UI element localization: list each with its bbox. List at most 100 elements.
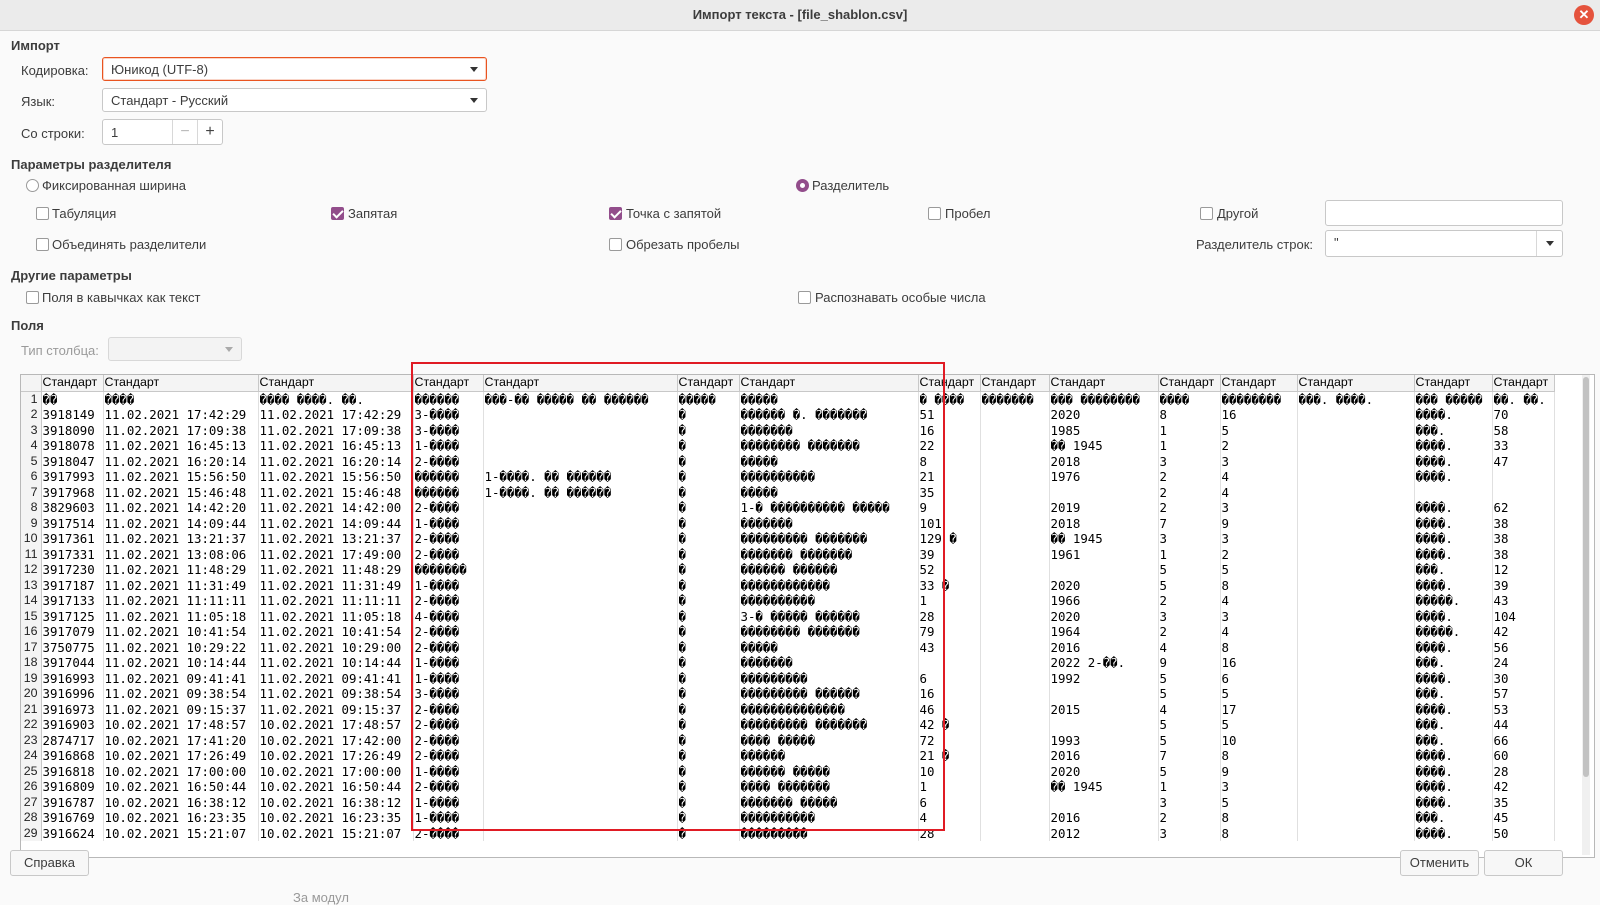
language-select[interactable]: Стандарт - Русский <box>102 88 487 112</box>
help-button[interactable]: Справка <box>10 850 89 876</box>
table-cell: ��������� ������� <box>739 717 919 733</box>
row-number: 25 <box>21 763 42 779</box>
merge-delimiters-checkbox[interactable] <box>36 238 49 251</box>
table-cell: 56 <box>1492 639 1555 655</box>
table-cell: 11.02.2021 15:56:50 <box>103 469 259 485</box>
table-cell <box>980 701 1050 717</box>
encoding-select[interactable]: Юникод (UTF-8) <box>102 57 487 81</box>
table-cell <box>980 546 1050 562</box>
table-cell: �������� ������� <box>739 438 919 454</box>
table-cell: 3 <box>1158 794 1221 810</box>
trim-spaces-checkbox[interactable] <box>609 238 622 251</box>
table-cell <box>1297 577 1415 593</box>
table-cell: 3916993 <box>41 670 104 686</box>
table-cell <box>483 407 678 423</box>
table-cell: 2-���� <box>413 825 484 841</box>
preview-grid[interactable]: Стандарт Стандарт Стандарт Стандарт Стандарт… <box>20 374 1595 858</box>
column-header[interactable]: Стандарт <box>483 375 678 392</box>
cancel-button[interactable]: Отменить <box>1400 850 1479 876</box>
table-cell: 4-���� <box>413 608 484 624</box>
close-icon[interactable]: ✕ <box>1574 5 1594 25</box>
column-header[interactable]: Стандарт <box>1414 375 1493 392</box>
other-options-heading: Другие параметры <box>11 268 132 283</box>
table-cell: 104 <box>1492 608 1555 624</box>
table-row: 2 3918149 11.02.2021 17:42:29 11.02.2021 17… <box>21 407 1555 423</box>
column-header[interactable]: Стандарт <box>739 375 919 392</box>
table-cell: 11.02.2021 09:15:37 <box>258 701 414 717</box>
table-cell <box>980 639 1050 655</box>
separated-radio[interactable] <box>796 179 809 192</box>
table-cell: � <box>677 701 740 717</box>
column-header[interactable]: Стандарт <box>258 375 414 392</box>
space-checkbox[interactable] <box>928 207 941 220</box>
table-cell: 5 <box>1220 686 1298 702</box>
table-cell: 3918078 <box>41 438 104 454</box>
tab-checkbox[interactable] <box>36 207 49 220</box>
table-cell: ���. <box>1414 732 1493 748</box>
table-cell: 17 <box>1220 701 1298 717</box>
column-header[interactable]: Стандарт <box>1158 375 1221 392</box>
column-header[interactable]: Стандарт <box>103 375 259 392</box>
minus-icon[interactable]: − <box>172 120 197 144</box>
other-separator-input[interactable] <box>1325 200 1563 226</box>
table-cell <box>483 825 678 841</box>
detect-special-numbers-checkbox[interactable] <box>798 291 811 304</box>
table-cell: 10.02.2021 17:00:00 <box>258 763 414 779</box>
merge-delimiters-label: Объединять разделители <box>52 237 207 252</box>
chevron-down-icon <box>225 347 233 352</box>
table-cell: 58 <box>1492 422 1555 438</box>
scrollbar-thumb[interactable] <box>1583 377 1589 777</box>
table-cell: 2-���� <box>413 531 484 547</box>
table-cell: 1 <box>1158 779 1221 795</box>
table-cell: ���� ������� <box>739 779 919 795</box>
table-cell: 38 <box>1492 531 1555 547</box>
column-header[interactable]: Стандарт <box>980 375 1050 392</box>
table-row: 10 3917361 11.02.2021 13:21:37 11.02.2021 1… <box>21 531 1555 547</box>
plus-icon[interactable]: + <box>197 120 222 144</box>
table-cell <box>980 484 1050 500</box>
table-cell: 10.02.2021 16:23:35 <box>258 810 414 826</box>
column-header[interactable]: Стандарт <box>918 375 981 392</box>
table-cell: 3917361 <box>41 531 104 547</box>
table-cell: ��������� <box>739 825 919 841</box>
column-header[interactable]: Стандарт <box>41 375 104 392</box>
column-header[interactable]: Стандарт <box>1492 375 1555 392</box>
table-cell <box>980 810 1050 826</box>
comma-checkbox[interactable] <box>331 207 344 220</box>
vertical-scrollbar[interactable] <box>1582 375 1590 855</box>
table-cell <box>1297 670 1415 686</box>
table-cell <box>1297 624 1415 640</box>
table-cell: ���������� <box>739 593 919 609</box>
table-cell: 10.02.2021 15:21:07 <box>103 825 259 841</box>
other-checkbox[interactable] <box>1200 207 1213 220</box>
column-header[interactable]: Стандарт <box>413 375 484 392</box>
table-cell: � <box>677 469 740 485</box>
table-cell: 3917993 <box>41 469 104 485</box>
table-cell: � <box>677 670 740 686</box>
table-cell <box>483 562 678 578</box>
table-cell <box>1297 469 1415 485</box>
table-cell: 4 <box>1220 624 1298 640</box>
from-row-stepper[interactable]: 1 − + <box>102 119 223 145</box>
table-cell <box>1297 500 1415 516</box>
column-type-select[interactable] <box>108 337 242 361</box>
string-delimiter-label: Разделитель строк: <box>1196 237 1314 252</box>
table-cell: 21 <box>918 469 981 485</box>
table-cell: � <box>677 562 740 578</box>
string-delimiter-select[interactable]: " <box>1325 230 1563 257</box>
column-header[interactable]: Стандарт <box>1220 375 1298 392</box>
table-cell: ����. <box>1414 469 1493 485</box>
table-cell: 11.02.2021 17:09:38 <box>258 422 414 438</box>
semicolon-checkbox[interactable] <box>609 207 622 220</box>
table-cell: 8 <box>1220 810 1298 826</box>
fixed-width-radio[interactable] <box>26 179 39 192</box>
ok-button[interactable]: ОК <box>1484 850 1563 876</box>
row-number: 1 <box>21 391 42 407</box>
table-cell: 3916787 <box>41 794 104 810</box>
column-header[interactable]: Стандарт <box>677 375 740 392</box>
quoted-as-text-checkbox[interactable] <box>26 291 39 304</box>
table-cell: 3 <box>1158 453 1221 469</box>
table-cell: 8 <box>1220 825 1298 841</box>
column-header[interactable]: Стандарт <box>1049 375 1159 392</box>
column-header[interactable]: Стандарт <box>1297 375 1415 392</box>
